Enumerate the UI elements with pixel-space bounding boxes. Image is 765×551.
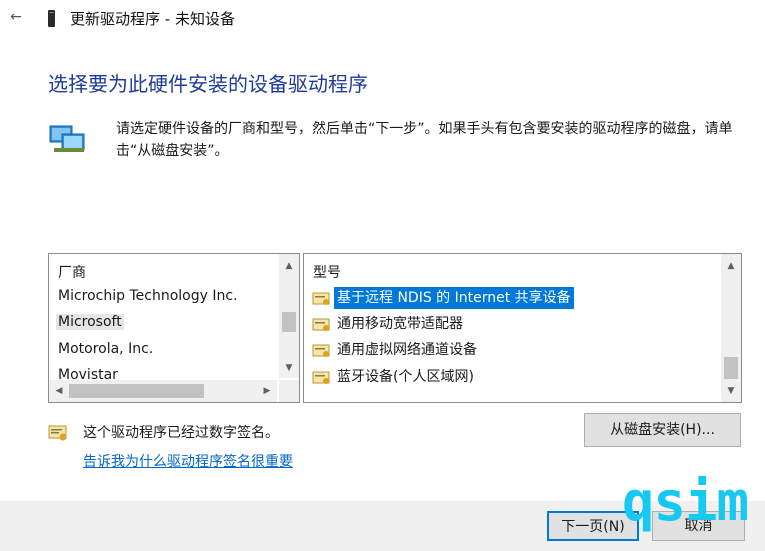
- window-title: 更新驱动程序 - 未知设备: [70, 10, 235, 28]
- scroll-down-icon[interactable]: ▼: [721, 385, 741, 397]
- list-item[interactable]: Microchip Technology Inc.: [58, 288, 238, 304]
- list-item-selected[interactable]: 基于远程 NDIS 的 Internet 共享设备: [312, 287, 574, 309]
- signature-status: 这个驱动程序已经过数字签名。: [83, 425, 279, 441]
- scroll-thumb[interactable]: [724, 357, 738, 379]
- arrow-left-icon: ←: [10, 9, 22, 25]
- scroll-right-icon[interactable]: ▶: [257, 385, 277, 397]
- instructions-text: 请选定硬件设备的厂商和型号，然后单击“下一步”。如果手头有包含要安装的驱动程序的…: [116, 121, 733, 159]
- driver-certificate-icon: [312, 318, 330, 331]
- scroll-thumb[interactable]: [282, 312, 296, 332]
- list-item-label: 通用移动宽带适配器: [337, 316, 463, 332]
- back-button[interactable]: ←: [4, 5, 28, 29]
- scrollbar-corner: [279, 380, 299, 402]
- signature-info-link[interactable]: 告诉我为什么驱动程序签名很重要: [83, 451, 293, 471]
- list-item-label: 基于远程 NDIS 的 Internet 共享设备: [334, 287, 574, 309]
- scroll-down-icon[interactable]: ▼: [279, 362, 299, 374]
- list-item-label: 通用虚拟网络通道设备: [337, 342, 477, 358]
- list-item[interactable]: 通用虚拟网络通道设备: [312, 339, 480, 361]
- vertical-scrollbar[interactable]: ▲ ▼: [721, 254, 741, 402]
- list-item-selected[interactable]: Microsoft: [56, 314, 124, 330]
- horizontal-scrollbar[interactable]: ◀ ▶: [49, 380, 277, 402]
- watermark: qsim: [622, 470, 749, 533]
- model-list[interactable]: 型号 基于远程 NDIS 的 Internet 共享设备 通用移动宽带适配器 通…: [303, 253, 742, 403]
- list-item-label: 蓝牙设备(个人区域网): [337, 369, 474, 385]
- device-icon: [48, 10, 55, 27]
- manufacturer-header: 厂商: [58, 265, 86, 281]
- signed-certificate-icon: [48, 425, 67, 441]
- driver-certificate-icon: [312, 292, 330, 305]
- scroll-thumb[interactable]: [69, 384, 204, 398]
- driver-certificate-icon: [312, 344, 330, 357]
- list-item[interactable]: Motorola, Inc.: [58, 341, 153, 357]
- driver-certificate-icon: [312, 371, 330, 384]
- list-item[interactable]: 蓝牙设备(个人区域网): [312, 366, 477, 388]
- network-adapter-icon: [49, 125, 85, 152]
- list-item[interactable]: 通用移动宽带适配器: [312, 313, 466, 335]
- scroll-up-icon[interactable]: ▲: [721, 260, 741, 272]
- vertical-scrollbar[interactable]: ▲ ▼: [279, 254, 299, 378]
- scroll-up-icon[interactable]: ▲: [279, 260, 299, 272]
- model-header: 型号: [313, 265, 341, 281]
- manufacturer-list[interactable]: 厂商 Microchip Technology Inc. Microsoft M…: [48, 253, 300, 403]
- have-disk-button[interactable]: 从磁盘安装(H)...: [584, 413, 741, 447]
- scroll-left-icon[interactable]: ◀: [49, 385, 69, 397]
- page-heading: 选择要为此硬件安装的设备驱动程序: [48, 72, 368, 96]
